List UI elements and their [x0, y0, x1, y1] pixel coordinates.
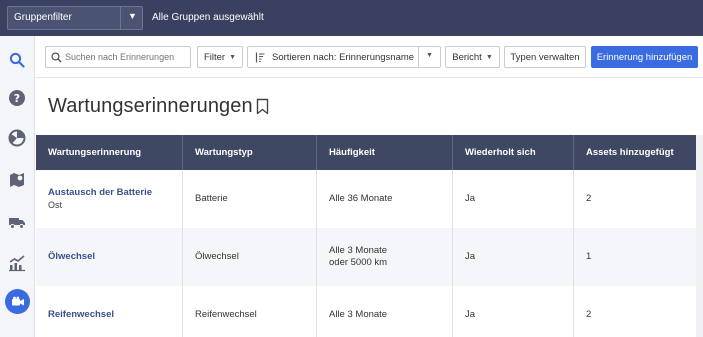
add-reminder-button[interactable]: Erinnerung hinzufügen — [591, 46, 698, 68]
repeats-value: Ja — [465, 251, 476, 262]
toolbar: Filter ▼ Sortieren nach: Erinnerungsname… — [35, 36, 703, 78]
sort-icon — [255, 52, 265, 62]
frequency-value: Alle 3 Monate — [329, 245, 388, 256]
reminder-group: Ost — [48, 200, 63, 210]
table-row[interactable]: Reifenwechsel Reifenwechsel Alle 3 Monat… — [36, 286, 696, 337]
manage-types-label: Typen verwalten — [510, 51, 580, 63]
type-value: Ölwechsel — [195, 251, 239, 262]
sidebar: ? — [0, 36, 35, 337]
page-title: Wartungserinnerungen — [48, 95, 253, 117]
reminders-table: Wartungserinnerung Wartungstyp Häufigkei… — [36, 135, 703, 337]
assets-cell: 2 — [574, 170, 696, 228]
column-header[interactable]: Assets hinzugefügt — [574, 135, 696, 170]
chevron-down-icon: ▼ — [229, 53, 237, 61]
group-status-text: Alle Gruppen ausgewählt — [152, 12, 264, 23]
reminder-name-cell: Austausch der Batterie Ost — [36, 170, 183, 228]
add-reminder-label: Erinnerung hinzufügen — [596, 51, 693, 63]
top-bar: Gruppenfilter ▼ Alle Gruppen ausgewählt — [0, 0, 703, 36]
bookmark-icon[interactable] — [256, 98, 269, 115]
group-filter-label: Gruppenfilter — [14, 12, 72, 23]
column-header[interactable]: Wartungstyp — [183, 135, 317, 170]
chevron-down-icon: ▼ — [485, 53, 493, 61]
column-header[interactable]: Wiederholt sich — [453, 135, 574, 170]
table-header: Wartungserinnerung Wartungstyp Häufigkei… — [36, 135, 696, 170]
repeats-cell: Ja — [453, 228, 574, 286]
truck-icon[interactable] — [7, 212, 27, 232]
repeats-value: Ja — [465, 193, 476, 204]
sort-dropdown[interactable]: Sortieren nach: Erinnerungsname ▼ — [247, 46, 441, 68]
assets-value: 2 — [586, 193, 592, 204]
reminder-link[interactable]: Reifenwechsel — [48, 309, 182, 321]
type-value: Reifenwechsel — [195, 309, 257, 320]
chevron-down-icon[interactable]: ▼ — [426, 52, 433, 59]
frequency-cell: Alle 36 Monate — [317, 170, 453, 228]
group-filter-divider — [120, 7, 121, 29]
filter-button[interactable]: Filter ▼ — [197, 46, 243, 68]
search-box[interactable] — [45, 46, 191, 68]
assets-cell: 1 — [574, 228, 696, 286]
sort-label: Sortieren nach: Erinnerungsname — [272, 51, 415, 63]
manage-types-button[interactable]: Typen verwalten — [504, 46, 586, 68]
type-cell: Ölwechsel — [183, 228, 317, 286]
video-camera-icon[interactable] — [5, 289, 30, 314]
frequency-cell: Alle 3 Monate oder 5000 km — [317, 228, 453, 286]
frequency-value: Alle 36 Monate — [329, 193, 393, 204]
report-button[interactable]: Bericht ▼ — [445, 46, 500, 68]
assets-cell: 2 — [574, 286, 696, 337]
type-cell: Reifenwechsel — [183, 286, 317, 337]
type-value: Batterie — [195, 193, 228, 204]
frequency-cell: Alle 3 Monate — [317, 286, 453, 337]
repeats-value: Ja — [465, 309, 476, 320]
map-icon[interactable] — [7, 170, 27, 190]
repeats-cell: Ja — [453, 286, 574, 337]
assets-value: 1 — [586, 251, 592, 262]
table-row[interactable]: Austausch der Batterie Ost Batterie Alle… — [36, 170, 696, 228]
table-scrollbar[interactable] — [696, 135, 703, 337]
chevron-down-icon[interactable]: ▼ — [128, 11, 137, 21]
svg-text:?: ? — [14, 92, 20, 105]
pie-chart-icon[interactable] — [7, 128, 27, 148]
reminder-link[interactable]: Ölwechsel — [48, 251, 182, 263]
reminder-link[interactable]: Austausch der Batterie — [48, 187, 182, 199]
type-cell: Batterie — [183, 170, 317, 228]
report-button-label: Bericht — [452, 51, 482, 63]
group-filter-select[interactable]: Gruppenfilter ▼ — [7, 6, 143, 30]
repeats-cell: Ja — [453, 170, 574, 228]
table-row[interactable]: Ölwechsel Ölwechsel Alle 3 Monate oder 5… — [36, 228, 696, 286]
search-icon[interactable] — [7, 50, 27, 70]
reminder-name-cell: Reifenwechsel — [36, 286, 183, 337]
search-icon — [51, 51, 62, 62]
column-header[interactable]: Wartungserinnerung — [36, 135, 183, 170]
filter-button-label: Filter — [203, 51, 226, 63]
reminder-name-cell: Ölwechsel — [36, 228, 183, 286]
assets-value: 2 — [586, 309, 592, 320]
frequency-value-secondary: oder 5000 km — [329, 257, 388, 268]
frequency-value: Alle 3 Monate — [329, 309, 388, 320]
column-header[interactable]: Häufigkeit — [317, 135, 453, 170]
sort-divider — [418, 47, 419, 67]
trend-chart-icon[interactable] — [7, 253, 27, 273]
help-icon[interactable]: ? — [7, 88, 27, 108]
search-input[interactable] — [65, 52, 183, 62]
